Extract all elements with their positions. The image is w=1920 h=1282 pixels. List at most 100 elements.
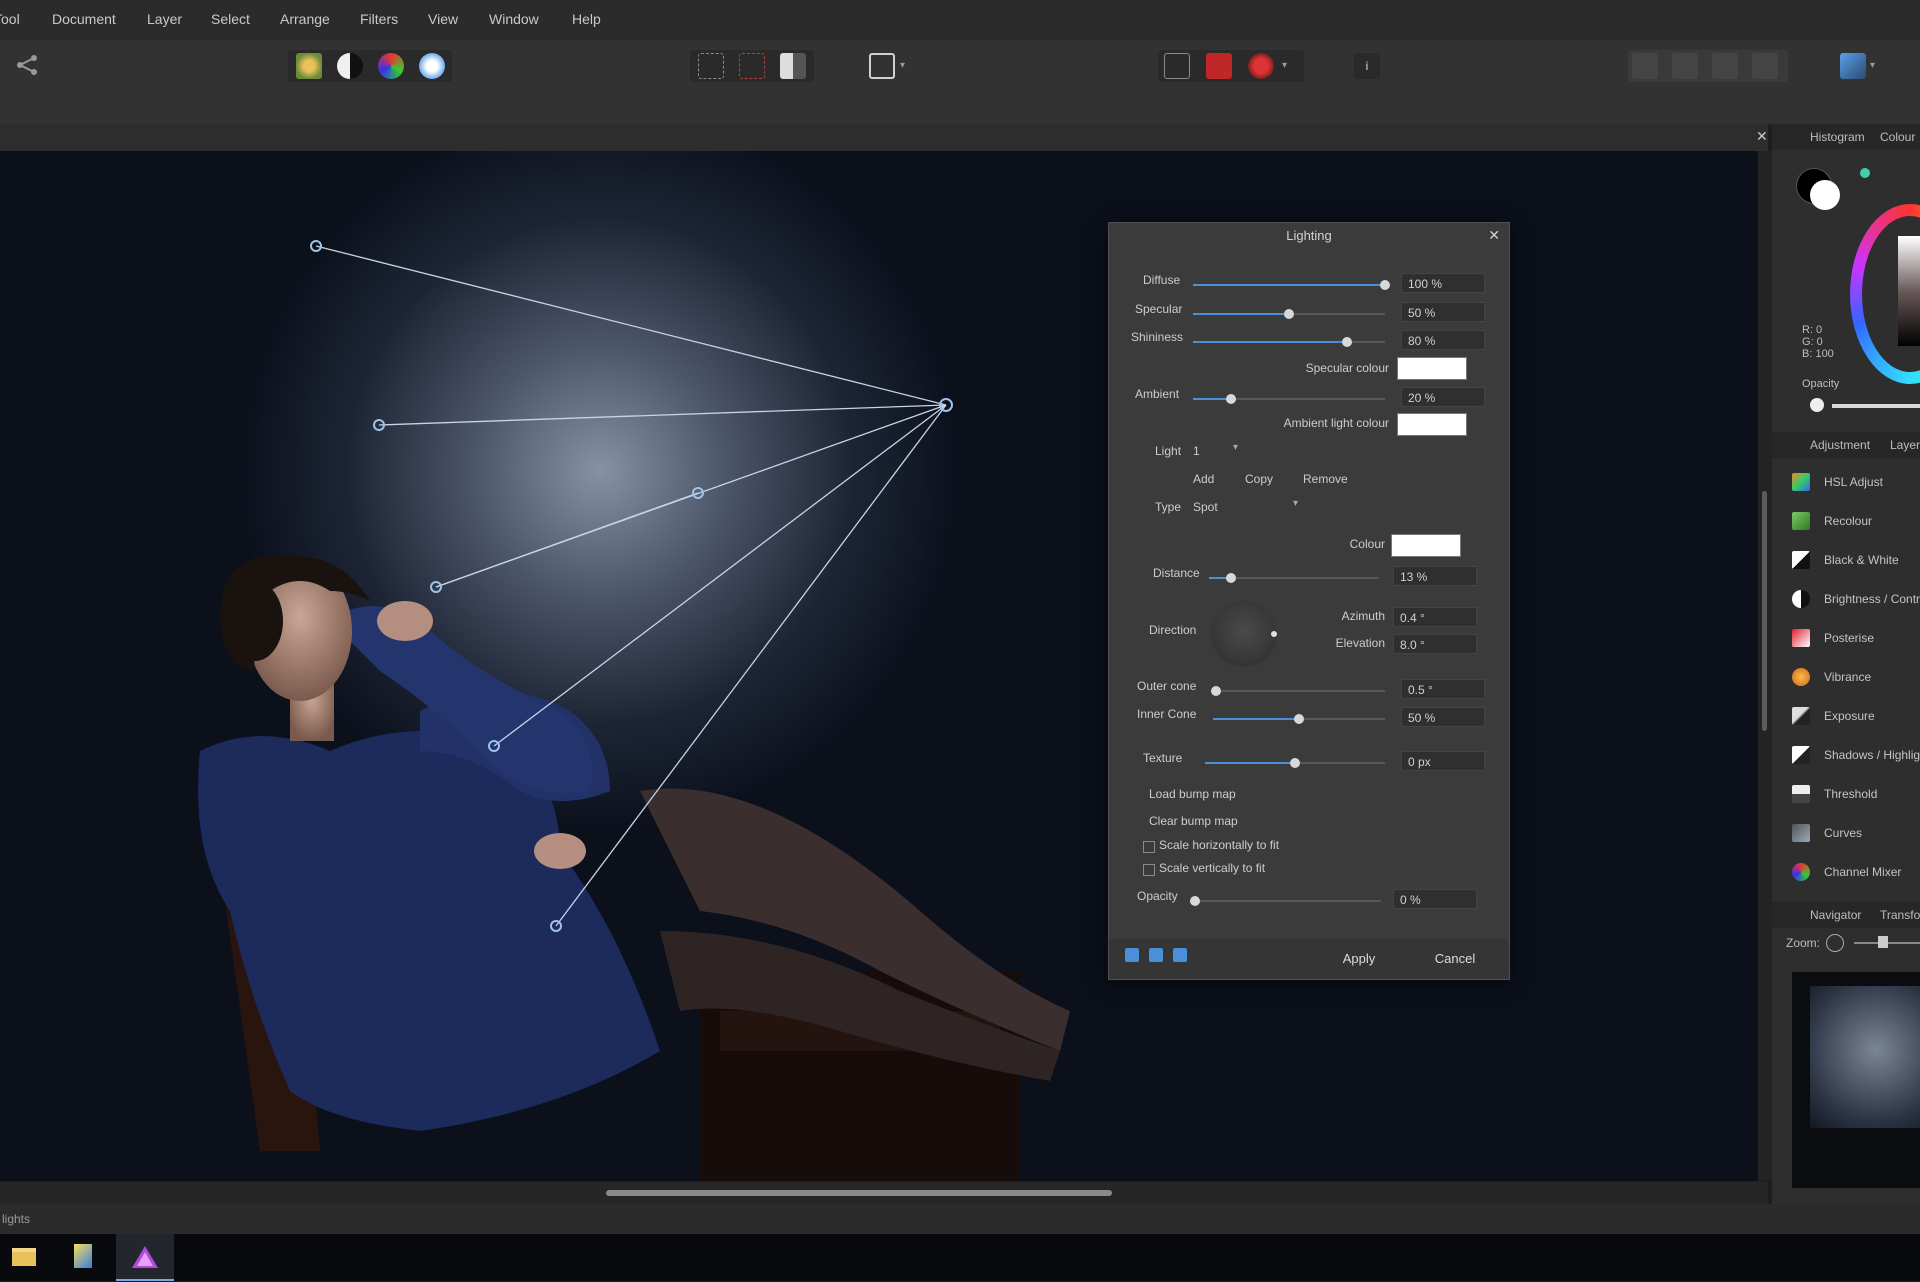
invert-selection-icon[interactable] [780,53,806,79]
colour-picker-icon[interactable] [1860,168,1870,178]
arrange-back-icon[interactable] [1632,53,1658,79]
elevation-value[interactable]: 8.0 ° [1393,634,1477,654]
direction-dial[interactable] [1211,601,1277,667]
file-explorer-icon[interactable] [0,1234,58,1281]
inner-cone-slider[interactable] [1213,714,1385,724]
quick-mask-icon[interactable] [869,53,895,79]
opacity-slider[interactable] [1190,896,1381,906]
ambient-value[interactable]: 20 % [1401,387,1485,407]
opacity-value[interactable]: 0 % [1393,889,1477,909]
texture-slider-handle[interactable] [1290,758,1300,768]
preview-full-icon[interactable] [1173,948,1187,962]
shininess-value[interactable]: 80 % [1401,330,1485,350]
remove-light-button[interactable]: Remove [1303,472,1348,486]
info-icon[interactable]: i [1354,53,1380,79]
specular-slider[interactable] [1193,309,1385,319]
menu-layer[interactable]: Layer [147,11,182,27]
outer-cone-slider[interactable] [1211,686,1385,696]
ambient-slider-handle[interactable] [1226,394,1237,404]
chevron-down-icon[interactable]: ▾ [1293,498,1298,509]
arrange-front-icon[interactable] [1752,53,1778,79]
auto-levels-icon[interactable] [296,53,322,79]
inner-cone-value[interactable]: 50 % [1401,707,1485,727]
menu-select[interactable]: Select [211,11,250,27]
auto-contrast-icon[interactable] [337,53,363,79]
outer-cone-slider-handle[interactable] [1211,686,1222,696]
horizontal-scrollbar[interactable] [0,1182,1768,1204]
chevron-down-icon[interactable]: ▾ [900,53,926,79]
cancel-button[interactable]: Cancel [1415,947,1495,971]
affinity-photo-icon[interactable] [116,1234,174,1281]
adjustment-item[interactable]: Vibrance [1772,659,1920,697]
adjustment-item[interactable]: Curves [1772,815,1920,853]
shininess-slider-handle[interactable] [1341,337,1352,347]
tab-navigator[interactable]: Navigator [1810,908,1861,922]
adjustment-item[interactable]: Brightness / Contrast [1772,581,1920,619]
distance-slider[interactable] [1209,573,1379,583]
distance-value[interactable]: 13 % [1393,566,1477,586]
inner-cone-slider-handle[interactable] [1294,714,1304,724]
share-icon[interactable] [14,52,40,78]
colour-triangle[interactable] [1898,236,1920,346]
menu-arrange[interactable]: Arrange [280,11,330,27]
adjustment-item[interactable]: Channel Mixer [1772,854,1920,892]
auto-white-balance-icon[interactable] [419,53,445,79]
opacity-slider[interactable] [1832,404,1920,408]
ambient-light-colour-swatch[interactable] [1397,413,1467,436]
distance-slider-handle[interactable] [1226,573,1237,583]
tab-colour[interactable]: Colour [1880,130,1915,144]
arrange-backward-icon[interactable] [1672,53,1698,79]
adjustment-item[interactable]: Posterise [1772,620,1920,658]
preview-split-icon[interactable] [1125,948,1139,962]
menu-help[interactable]: Help [572,11,601,27]
horizontal-scroll-thumb[interactable] [606,1190,1112,1196]
rgb-mode-icon[interactable] [1206,53,1232,79]
scale-horizontally-checkbox[interactable] [1143,841,1155,853]
vertical-scroll-thumb[interactable] [1762,491,1767,731]
close-icon[interactable]: ✕ [1488,227,1500,244]
navigator-preview[interactable] [1792,972,1920,1188]
tab-layers[interactable]: Layers [1890,438,1920,452]
add-light-button[interactable]: Add [1193,472,1214,486]
marquee-icon[interactable] [698,53,724,79]
outer-cone-value[interactable]: 0.5 ° [1401,679,1485,699]
apply-button[interactable]: Apply [1319,947,1399,971]
texture-slider[interactable] [1205,758,1385,768]
chevron-down-icon[interactable]: ▾ [1282,53,1308,79]
adjustment-item[interactable]: HSL Adjust [1772,464,1920,502]
arrange-forward-icon[interactable] [1712,53,1738,79]
adjustment-item[interactable]: Exposure [1772,698,1920,736]
persona-icon[interactable] [1840,53,1866,79]
adjustment-item[interactable]: Black & White [1772,542,1920,580]
zoom-slider-handle[interactable] [1878,936,1888,948]
notes-app-icon[interactable] [58,1234,116,1281]
scale-vertically-checkbox[interactable] [1143,864,1155,876]
secondary-colour-chip[interactable] [1810,180,1840,210]
clear-bump-map-button[interactable]: Clear bump map [1149,814,1238,828]
menu-tool[interactable]: Tool [0,11,20,27]
diffuse-slider[interactable] [1193,280,1390,290]
specular-value[interactable]: 50 % [1401,302,1485,322]
menu-window[interactable]: Window [489,11,539,27]
tab-transform[interactable]: Transform [1880,908,1920,922]
opacity-slider-handle[interactable] [1190,896,1200,906]
menu-document[interactable]: Document [52,11,116,27]
tab-histogram[interactable]: Histogram [1810,130,1865,144]
auto-colour-icon[interactable] [378,53,404,79]
refine-selection-icon[interactable] [739,53,765,79]
adjustment-item[interactable]: Recolour [1772,503,1920,541]
chevron-down-icon[interactable]: ▾ [1233,442,1238,453]
shininess-slider[interactable] [1193,337,1385,347]
menu-view[interactable]: View [428,11,458,27]
close-document-icon[interactable]: ✕ [1756,128,1768,145]
specular-colour-swatch[interactable] [1397,357,1467,380]
colour-picker-icon[interactable] [1248,53,1274,79]
copy-light-button[interactable]: Copy [1245,472,1273,486]
vertical-scrollbar[interactable] [1758,151,1772,1181]
opacity-slider-handle[interactable] [1810,398,1824,412]
load-bump-map-button[interactable]: Load bump map [1149,787,1236,801]
snapping-icon[interactable] [1164,53,1190,79]
zoom-out-icon[interactable] [1826,934,1844,952]
adjustment-item[interactable]: Shadows / Highlights [1772,737,1920,775]
texture-value[interactable]: 0 px [1401,751,1485,771]
